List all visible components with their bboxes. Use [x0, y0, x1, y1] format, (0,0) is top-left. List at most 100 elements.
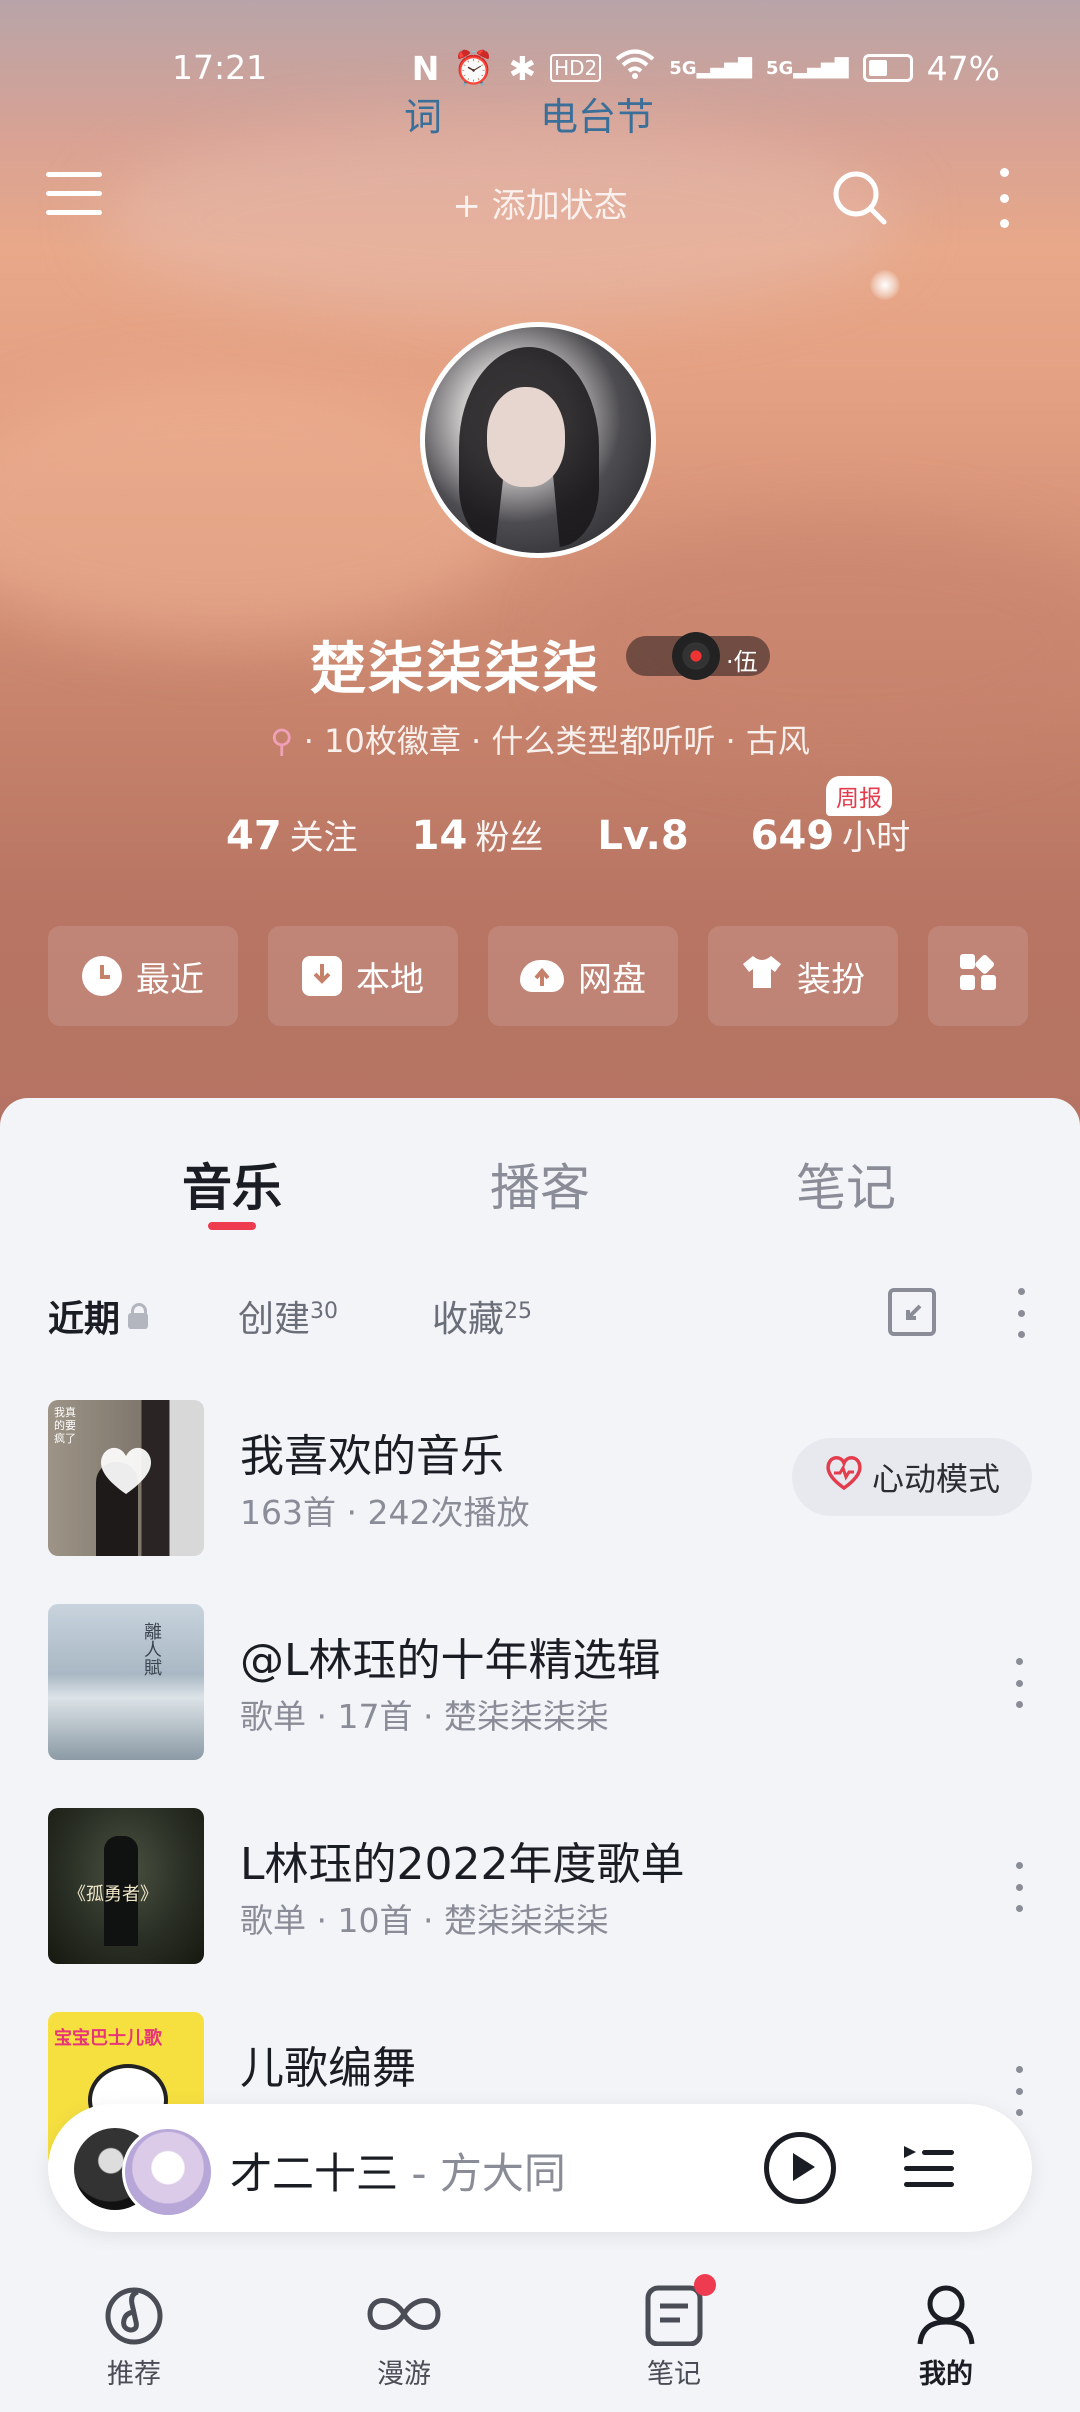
nav-label: 笔记	[647, 2359, 701, 2390]
stat-num: Lv.8	[597, 813, 689, 859]
more-vertical-icon[interactable]	[992, 168, 1016, 228]
now-playing-text[interactable]: 才二十三 - 方大同	[230, 2140, 566, 2201]
stat-num: 47	[226, 813, 282, 859]
playlist-row[interactable]: 離人賦 @L林珏的十年精选辑 歌单 · 17首 · 楚柒柒柒柒	[48, 1604, 1048, 1760]
profile-meta: ⚲ · 10枚徽章 · 什么类型都听听 · 古风	[0, 716, 1080, 762]
profile-meta-text[interactable]: · 10枚徽章 · 什么类型都听听 · 古风	[304, 722, 810, 760]
nfc-icon: N	[411, 48, 440, 88]
heartbeat-mode-label: 心动模式	[871, 1460, 1000, 1498]
cloud-upload-icon	[520, 960, 564, 992]
net-label-1: 5G	[669, 57, 697, 79]
stat-label: 小时	[842, 818, 911, 858]
playlist-more-icon[interactable]	[1014, 2066, 1024, 2116]
netease-logo-icon	[102, 2282, 166, 2346]
dress-up-button[interactable]: 装扮	[708, 926, 898, 1026]
cloud-drive-label: 网盘	[578, 959, 646, 1000]
signal-5g-icon: 5G▂▄▆█	[765, 57, 849, 79]
cover-text: 我真的要疯了	[54, 1406, 76, 1445]
nav-notes[interactable]: 笔记	[604, 2250, 744, 2391]
status-icons: N ⏰ ✱ HD2 5G▂▄▆█ 5G▂▄▆█ 47%	[412, 48, 1000, 88]
vinyl-icon	[672, 632, 720, 680]
lyric-right: 电台节	[540, 95, 655, 139]
subtab-recent[interactable]: 近期	[48, 1290, 149, 1342]
avatar-face	[487, 387, 565, 487]
nav-roam[interactable]: 漫游	[334, 2250, 474, 2391]
username[interactable]: 楚柒柒柒柒	[310, 624, 600, 705]
heartbeat-mode-button[interactable]: 心动模式	[792, 1438, 1032, 1516]
playlist-title: 我喜欢的音乐	[240, 1431, 504, 1482]
clock-icon	[82, 956, 122, 996]
bluetooth-icon: ✱	[508, 48, 537, 88]
playlist-row[interactable]: 《孤勇者》 L林珏的2022年度歌单 歌单 · 10首 · 楚柒柒柒柒	[48, 1808, 1048, 1964]
add-status-button[interactable]: + 添加状态	[0, 178, 1080, 227]
wifi-icon	[615, 48, 655, 88]
status-time: 17:21	[172, 48, 268, 87]
playlist-title: @L林珏的十年精选辑	[240, 1635, 661, 1686]
nav-recommend[interactable]: 推荐	[64, 2250, 204, 2391]
vip-level: ·伍	[726, 648, 758, 676]
main-tabs: 音乐 播客 笔记	[0, 1148, 1080, 1228]
stat-hours[interactable]: 649 小时	[751, 810, 911, 859]
playlist-more-icon[interactable]	[1014, 1658, 1024, 1708]
playlist-sub: 163首 · 242次播放	[240, 1493, 530, 1532]
cover-text: 宝宝巴士儿歌	[54, 2028, 162, 2049]
bottom-nav: 推荐 漫游 笔记 我的	[0, 2250, 1080, 2412]
apps-grid-icon	[958, 952, 998, 1001]
playlist-cover: 離人賦	[48, 1604, 204, 1760]
subtab-created[interactable]: 创建30	[238, 1290, 338, 1342]
import-playlist-icon[interactable]	[888, 1288, 936, 1336]
shirt-icon	[741, 952, 783, 1001]
tab-notes[interactable]: 笔记	[796, 1148, 896, 1220]
heart-icon	[96, 1442, 156, 1498]
download-icon	[302, 956, 342, 996]
top-bar: + 添加状态	[0, 160, 1080, 230]
playlist-more-icon[interactable]	[1014, 1862, 1024, 1912]
subtabs-more-icon[interactable]	[1016, 1288, 1026, 1338]
lock-icon	[128, 1303, 149, 1329]
nav-mine[interactable]: 我的	[876, 2250, 1016, 2391]
vip-badge[interactable]: ·伍	[626, 632, 770, 680]
subtab-collected[interactable]: 收藏25	[432, 1290, 532, 1342]
hd-icon: HD2	[550, 54, 602, 82]
heart-pulse-icon	[824, 1454, 864, 1500]
recent-button[interactable]: 最近	[48, 926, 238, 1026]
playlist-cover: 《孤勇者》	[48, 1808, 204, 1964]
subtab-label: 创建	[238, 1299, 311, 1340]
recent-label: 最近	[136, 959, 204, 1000]
playlist-queue-icon[interactable]	[900, 2140, 956, 2196]
stat-level[interactable]: Lv.8	[597, 813, 696, 859]
subtab-count: 30	[310, 1299, 339, 1324]
stat-fans[interactable]: 14 粉丝	[412, 810, 544, 859]
battery-percent: 47%	[926, 48, 1000, 88]
stat-follow[interactable]: 47 关注	[226, 810, 358, 859]
quick-actions: 最近 本地 网盘 装扮	[48, 926, 1028, 1026]
playlist-row[interactable]: 我真的要疯了 我喜欢的音乐 163首 · 242次播放 心动模式	[48, 1400, 1048, 1556]
sun-decoration	[870, 270, 900, 300]
nav-label: 漫游	[377, 2359, 431, 2390]
playlist-sub: 歌单 · 10首 · 楚柒柒柒柒	[240, 1901, 609, 1940]
lyric-left: 词	[404, 95, 443, 139]
alarm-icon: ⏰	[453, 48, 495, 87]
playlist-cover: 我真的要疯了	[48, 1400, 204, 1556]
cover-text: 離人賦	[141, 1622, 162, 1676]
search-icon[interactable]	[830, 168, 888, 226]
tab-indicator	[208, 1222, 256, 1230]
tab-music[interactable]: 音乐	[182, 1148, 282, 1220]
note-icon	[642, 2274, 716, 2347]
song-artist: - 方大同	[398, 2149, 566, 2198]
playlist-title: L林珏的2022年度歌单	[240, 1839, 685, 1890]
infinity-icon	[367, 2282, 441, 2346]
stat-label: 关注	[289, 818, 358, 858]
tab-podcast[interactable]: 播客	[490, 1148, 590, 1220]
cloud-drive-button[interactable]: 网盘	[488, 926, 678, 1026]
battery-icon	[862, 54, 913, 82]
play-icon[interactable]	[764, 2132, 836, 2204]
local-button[interactable]: 本地	[268, 926, 458, 1026]
player-cover-current[interactable]	[122, 2126, 214, 2218]
stat-num: 649	[750, 813, 835, 859]
more-apps-button[interactable]	[928, 926, 1028, 1026]
subtab-count: 25	[504, 1299, 533, 1324]
mini-player[interactable]: 才二十三 - 方大同	[48, 2104, 1032, 2232]
avatar[interactable]	[420, 322, 656, 558]
nav-label: 推荐	[107, 2359, 161, 2390]
